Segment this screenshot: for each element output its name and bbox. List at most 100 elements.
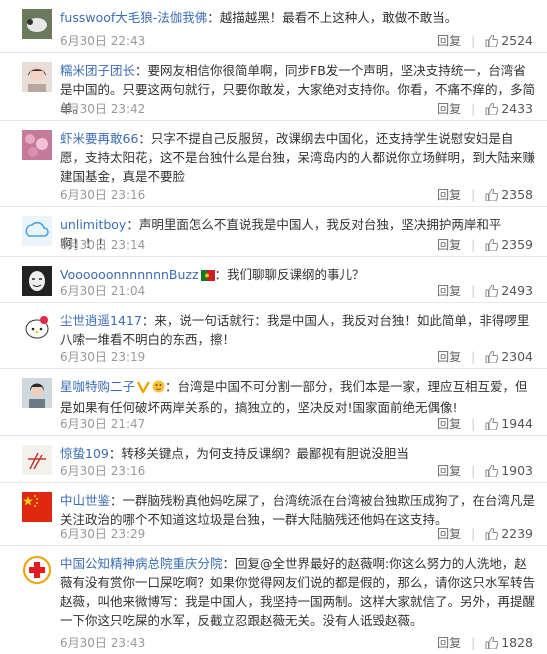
comment-item: VoooooonnnnnnnBuzz ：我们聊聊反课纲的事儿？ 6月30日 21:… <box>0 257 547 303</box>
thumbs-up-icon <box>485 34 499 50</box>
comment-text-block: 星咖特购二子 ：台湾是中国不可分割一部分，我们本是一家，理应互相互爱，但是如果有任… <box>60 377 537 417</box>
comment-username[interactable]: 糯米团子团长 <box>60 63 135 78</box>
action-divider: | <box>471 34 476 48</box>
action-divider: | <box>471 636 476 650</box>
comment-item: 糯米团子团长：要网友相信你很简单啊，同步FB发一个声明，坚决支持统一，台湾省是中… <box>0 53 547 121</box>
comment-time: 6月30日 22:43 <box>60 34 146 48</box>
comment-list: fusswoof大毛狼-法伽我佛：越描越黑！最看不上这种人，敢做不敢当。 6月3… <box>0 0 547 654</box>
comment-text: ：我们聊聊反课纲的事儿？ <box>214 267 365 282</box>
like-button[interactable]: 2524 <box>485 33 533 50</box>
like-button[interactable]: 1903 <box>485 463 533 480</box>
reply-button[interactable]: 回复 <box>437 527 461 541</box>
thumbs-up-icon <box>485 636 499 652</box>
woman-avatar[interactable] <box>22 378 52 408</box>
thumbs-up-icon <box>485 464 499 480</box>
comment-time: 6月30日 23:42 <box>60 102 146 116</box>
comment-time: 6月30日 23:16 <box>60 464 146 478</box>
like-count: 2358 <box>501 187 533 202</box>
reply-button[interactable]: 回复 <box>437 188 461 202</box>
default-avatar[interactable] <box>22 216 52 246</box>
emoji-face-icon <box>152 379 165 398</box>
mask-avatar[interactable] <box>22 266 52 296</box>
comment-item: 星咖特购二子 ：台湾是中国不可分割一部分，我们本是一家，理应互相互爱，但是如果有任… <box>0 369 547 436</box>
reply-button[interactable]: 回复 <box>437 417 461 431</box>
comment-text: ：越描越黑！最看不上这种人，敢做不敢当。 <box>207 10 458 25</box>
comment-username[interactable]: fusswoof大毛狼-法伽我佛 <box>60 10 207 25</box>
like-count: 1903 <box>501 463 533 478</box>
like-button[interactable]: 2358 <box>485 187 533 204</box>
thumbs-up-icon <box>485 102 499 118</box>
like-button[interactable]: 1944 <box>485 416 533 433</box>
comment-item: fusswoof大毛狼-法伽我佛：越描越黑！最看不上这种人，敢做不敢当。 6月3… <box>0 0 547 53</box>
comment-username[interactable]: VoooooonnnnnnnBuzz <box>60 267 199 282</box>
like-count: 2524 <box>501 33 533 48</box>
action-divider: | <box>471 417 476 431</box>
comment-username[interactable]: 中山世鉴 <box>60 493 110 508</box>
comment-text-block: 虾米要再敢66：只字不提自己反服贸，改课纲去中国化，还支持学生说慰安妇是自愿，支… <box>60 129 537 186</box>
reply-button[interactable]: 回复 <box>437 238 461 252</box>
like-count: 2433 <box>501 101 533 116</box>
verified-v-icon <box>136 379 151 398</box>
like-button[interactable]: 2304 <box>485 349 533 366</box>
reply-button[interactable]: 回复 <box>437 464 461 478</box>
comment-item: 中国公知精神病总院重庆分院：回复@全世界最好的赵薇啊:你这么努力的人洗地，赵薇有… <box>0 546 547 654</box>
comment-text-block: 中山世鉴：一群脑残粉真他妈吃屎了，台湾统派在台湾被台独欺压成狗了，在台湾凡是关注… <box>60 491 537 529</box>
like-count: 2359 <box>501 237 533 252</box>
action-divider: | <box>471 350 476 364</box>
action-divider: | <box>471 284 476 298</box>
kitty-avatar[interactable] <box>22 312 52 342</box>
like-button[interactable]: 2433 <box>485 101 533 118</box>
comment-text-block: fusswoof大毛狼-法伽我佛：越描越黑！最看不上这种人，敢做不敢当。 <box>60 8 537 27</box>
reply-button[interactable]: 回复 <box>437 284 461 298</box>
comment-time: 6月30日 23:19 <box>60 350 146 364</box>
action-divider: | <box>471 238 476 252</box>
flowers-avatar[interactable] <box>22 130 52 160</box>
like-count: 2493 <box>501 283 533 298</box>
comment-text-block: 尘世逍遥1417：来，说一句话就行：我是中国人，我反对台独！如此简单，非得啰里八… <box>60 311 537 349</box>
comment-time: 6月30日 23:16 <box>60 188 146 202</box>
comment-text: ：一群脑残粉真他妈吃屎了，台湾统派在台湾被台独欺压成狗了，在台湾凡是关注政治的哪… <box>60 493 536 527</box>
comment-item: unlimitboy：声明里面怎么不直说我是中国人，我反对台独，坚决拥护两岸和平… <box>0 207 547 257</box>
thumbs-up-icon <box>485 350 499 366</box>
action-divider: | <box>471 102 476 116</box>
action-divider: | <box>471 188 476 202</box>
comment-username[interactable]: 尘世逍遥1417 <box>60 313 142 328</box>
comment-item: 虾米要再敢66：只字不提自己反服贸，改课纲去中国化，还支持学生说慰安妇是自愿，支… <box>0 121 547 207</box>
comment-item: 惊蛰109：转移关键点，为何支持反课纲？最鄙视有胆说没胆当 6月30日 23:1… <box>0 436 547 483</box>
sketch-avatar[interactable] <box>22 445 52 475</box>
reply-button[interactable]: 回复 <box>437 34 461 48</box>
reply-button[interactable]: 回复 <box>437 636 461 650</box>
like-button[interactable]: 2493 <box>485 283 533 298</box>
comment-time: 6月30日 21:47 <box>60 417 146 431</box>
like-count: 2304 <box>501 349 533 364</box>
like-button[interactable]: 2239 <box>485 526 533 543</box>
comment-username[interactable]: unlimitboy <box>60 217 126 232</box>
like-count: 1944 <box>501 416 533 431</box>
redcross-avatar[interactable] <box>22 555 52 585</box>
thumbs-up-icon <box>485 188 499 204</box>
reply-button[interactable]: 回复 <box>437 350 461 364</box>
action-divider: | <box>471 464 476 478</box>
like-count: 1828 <box>501 635 533 650</box>
comment-time: 6月30日 23:14 <box>60 238 146 252</box>
comment-username[interactable]: 中国公知精神病总院重庆分院 <box>60 556 223 571</box>
thumbs-up-icon <box>485 417 499 433</box>
comment-username[interactable]: 星咖特购二子 <box>60 379 135 394</box>
girl-avatar[interactable] <box>22 62 52 92</box>
comment-item: 尘世逍遥1417：来，说一句话就行：我是中国人，我反对台独！如此简单，非得啰里八… <box>0 303 547 369</box>
like-button[interactable]: 1828 <box>485 635 533 652</box>
comment-text: ：转移关键点，为何支持反课纲？最鄙视有胆说没胆当 <box>108 446 409 461</box>
reply-button[interactable]: 回复 <box>437 102 461 116</box>
comment-time: 6月30日 21:04 <box>60 284 146 298</box>
thumbs-up-icon <box>485 527 499 543</box>
comment-item: 中山世鉴：一群脑残粉真他妈吃屎了，台湾统派在台湾被台独欺压成狗了，在台湾凡是关注… <box>0 483 547 546</box>
sheep-avatar[interactable] <box>22 9 52 39</box>
thumbs-up-icon <box>485 238 499 254</box>
like-button[interactable]: 2359 <box>485 237 533 254</box>
comment-text-block: 惊蛰109：转移关键点，为何支持反课纲？最鄙视有胆说没胆当 <box>60 444 537 463</box>
comment-time: 6月30日 23:43 <box>60 636 146 650</box>
comment-username[interactable]: 虾米要再敢66 <box>60 131 138 146</box>
like-count: 2239 <box>501 526 533 541</box>
comment-username[interactable]: 惊蛰109 <box>60 446 109 461</box>
flag-avatar[interactable] <box>22 492 52 522</box>
